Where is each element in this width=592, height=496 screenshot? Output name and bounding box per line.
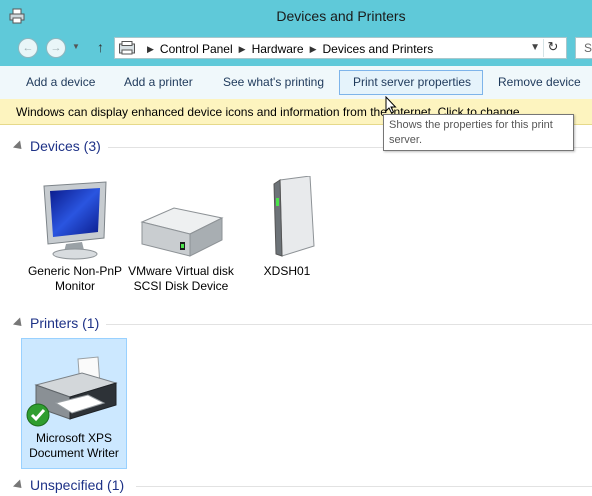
up-level-button[interactable]: ↑: [97, 39, 104, 55]
control-panel-icon: [119, 41, 135, 58]
checkmark-icon: [26, 403, 50, 427]
printer-item-xps[interactable]: Microsoft XPS Document Writer: [21, 338, 127, 469]
breadcrumb-control-panel[interactable]: Control Panel: [160, 42, 233, 56]
remove-device-button[interactable]: Remove device: [486, 70, 592, 95]
chevron-right-icon[interactable]: ▶: [147, 44, 154, 55]
see-whats-printing-button[interactable]: See what's printing: [211, 70, 336, 95]
breadcrumb-devices-and-printers[interactable]: Devices and Printers: [323, 42, 434, 56]
collapse-arrow-icon[interactable]: [12, 317, 26, 330]
address-dropdown-icon[interactable]: ▼: [530, 42, 540, 53]
back-button[interactable]: ←: [18, 38, 38, 58]
hard-disk-icon: [128, 172, 234, 260]
window-title: Devices and Printers: [276, 8, 406, 24]
command-bar: Add a device Add a printer See what's pr…: [0, 66, 592, 100]
address-bar[interactable]: ▶ Control Panel ▶ Hardware ▶ Devices and…: [114, 37, 567, 59]
chevron-right-icon[interactable]: ▶: [310, 44, 317, 55]
group-label-unspecified: Unspecified (1): [30, 477, 125, 493]
chevron-right-icon[interactable]: ▶: [239, 44, 246, 55]
up-arrow-icon: ↑: [97, 39, 104, 55]
navigation-bar: ← → ▼ ↑ ▶ Control Panel ▶ Hardware ▶ Dev…: [0, 32, 592, 66]
device-item-xdsh01[interactable]: XDSH01: [234, 172, 340, 279]
forward-button[interactable]: →: [46, 38, 66, 58]
device-name: VMware Virtual disk SCSI Disk Device: [128, 264, 234, 293]
back-arrow-icon: ←: [22, 42, 34, 54]
collapse-arrow-icon[interactable]: [12, 140, 26, 153]
group-header-unspecified[interactable]: Unspecified (1): [0, 476, 592, 496]
group-header-printers[interactable]: Printers (1): [0, 314, 592, 334]
printer-icon: [22, 339, 126, 427]
group-label-devices: Devices (3): [30, 138, 101, 154]
computer-tower-icon: [234, 172, 340, 260]
mouse-cursor-icon: [385, 96, 397, 114]
group-divider: [106, 324, 592, 325]
group-label-printers: Printers (1): [30, 315, 100, 331]
add-device-button[interactable]: Add a device: [14, 70, 107, 95]
forward-arrow-icon: →: [50, 42, 62, 54]
tooltip: Shows the properties for this print serv…: [383, 114, 574, 151]
refresh-icon[interactable]: ↻: [543, 39, 562, 57]
device-name: Generic Non-PnP Monitor: [27, 264, 123, 293]
recent-locations-dropdown[interactable]: ▼: [72, 42, 80, 51]
monitor-icon: [22, 172, 128, 260]
collapse-arrow-icon[interactable]: [12, 479, 26, 492]
group-divider: [136, 486, 592, 487]
print-server-properties-button[interactable]: Print server properties: [339, 70, 483, 95]
add-printer-button[interactable]: Add a printer: [112, 70, 205, 95]
device-item-disk[interactable]: VMware Virtual disk SCSI Disk Device: [128, 172, 234, 294]
device-name: XDSH01: [263, 264, 311, 278]
search-input[interactable]: S: [575, 37, 592, 59]
printer-name: Microsoft XPS Document Writer: [29, 431, 119, 460]
device-item-monitor[interactable]: Generic Non-PnP Monitor: [22, 172, 128, 294]
title-bar[interactable]: Devices and Printers: [0, 0, 592, 32]
breadcrumb-hardware[interactable]: Hardware: [252, 42, 304, 56]
breadcrumb: ▶ Control Panel ▶ Hardware ▶ Devices and…: [141, 42, 433, 56]
